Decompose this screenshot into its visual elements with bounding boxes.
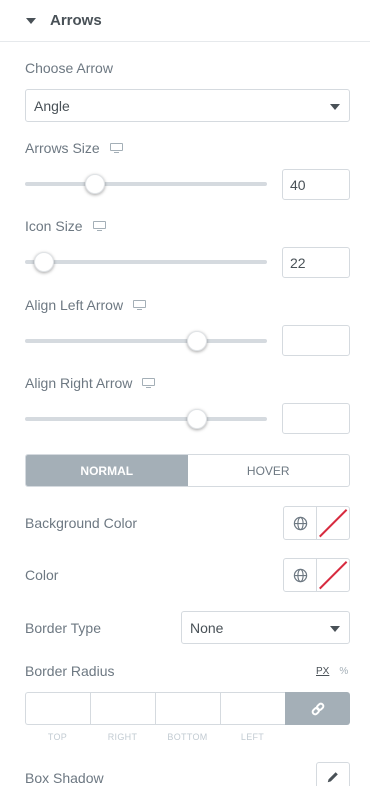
icon-size-label: Icon Size	[25, 218, 106, 234]
box-shadow-label: Box Shadow	[25, 770, 104, 786]
icon-size-input[interactable]: 22	[282, 247, 350, 278]
background-color-label-text: Background Color	[25, 515, 138, 531]
pencil-icon	[327, 771, 339, 783]
desktop-monitor-icon[interactable]	[133, 299, 147, 311]
chevron-down-icon	[330, 626, 340, 632]
choose-arrow-label: Choose Arrow	[25, 60, 113, 76]
border-type-select[interactable]: None	[181, 611, 350, 644]
arrows-size-label-text: Arrows Size	[25, 140, 100, 156]
arrows-size-label: Arrows Size	[25, 140, 123, 156]
align-left-arrow-slider[interactable]	[25, 330, 267, 352]
dim-label-right: RIGHT	[107, 732, 138, 742]
color-picker	[283, 558, 350, 592]
dim-label-left: LEFT	[240, 732, 265, 742]
section-header-arrows[interactable]: Arrows	[0, 0, 370, 42]
slider-track[interactable]	[25, 339, 267, 343]
align-right-arrow-label-text: Align Right Arrow	[25, 375, 133, 391]
align-left-arrow-input[interactable]	[282, 325, 350, 356]
link-values-button[interactable]	[285, 692, 350, 725]
link-icon	[311, 702, 324, 715]
desktop-monitor-icon[interactable]	[142, 377, 156, 389]
align-left-arrow-label: Align Left Arrow	[25, 297, 147, 313]
slider-handle[interactable]	[186, 409, 207, 429]
border-radius-label: Border Radius	[25, 663, 115, 679]
slider-handle[interactable]	[85, 174, 106, 194]
desktop-monitor-icon[interactable]	[92, 220, 106, 232]
dim-label-bottom: BOTTOM	[167, 732, 208, 742]
align-right-arrow-input[interactable]	[282, 403, 350, 434]
section-title: Arrows	[50, 12, 102, 29]
background-color-swatch[interactable]	[317, 507, 349, 539]
box-shadow-label-text: Box Shadow	[25, 770, 104, 786]
border-radius-label-text: Border Radius	[25, 663, 115, 679]
slider-track[interactable]	[25, 417, 267, 421]
desktop-monitor-icon[interactable]	[109, 142, 123, 154]
unit-px[interactable]: PX	[316, 666, 329, 677]
icon-size-label-text: Icon Size	[25, 218, 83, 234]
slider-handle[interactable]	[34, 252, 55, 272]
slider-track[interactable]	[25, 182, 267, 186]
background-color-label: Background Color	[25, 515, 137, 531]
align-right-arrow-label: Align Right Arrow	[25, 375, 156, 391]
tab-hover[interactable]: HOVER	[188, 455, 350, 486]
dim-label-top: TOP	[47, 732, 68, 742]
chevron-down-icon	[330, 104, 340, 110]
icon-size-slider[interactable]	[25, 251, 267, 273]
arrows-size-input[interactable]: 40	[282, 169, 350, 200]
dimension-labels: TOP RIGHT BOTTOM LEFT	[25, 732, 285, 742]
box-shadow-edit-button[interactable]	[316, 762, 350, 786]
arrows-size-slider[interactable]	[25, 173, 267, 195]
border-radius-dimensions	[25, 692, 350, 725]
border-type-label: Border Type	[25, 620, 101, 636]
radius-bottom-input[interactable]	[155, 692, 220, 725]
choose-arrow-value: Angle	[34, 97, 70, 114]
align-right-arrow-slider[interactable]	[25, 408, 267, 430]
globe-icon[interactable]	[284, 507, 317, 539]
slider-track[interactable]	[25, 260, 267, 264]
unit-percent[interactable]: %	[339, 666, 348, 677]
state-tabs: NORMAL HOVER	[25, 454, 350, 487]
choose-arrow-select[interactable]: Angle	[25, 89, 350, 122]
radius-top-input[interactable]	[25, 692, 90, 725]
border-type-label-text: Border Type	[25, 620, 102, 636]
slider-handle[interactable]	[186, 331, 207, 351]
border-type-value: None	[190, 619, 224, 636]
align-left-arrow-label-text: Align Left Arrow	[25, 297, 124, 313]
globe-icon[interactable]	[284, 559, 317, 591]
unit-switcher: PX %	[316, 666, 348, 677]
color-label-text: Color	[25, 567, 59, 583]
caret-down-icon	[26, 17, 36, 24]
background-color-picker	[283, 506, 350, 540]
radius-left-input[interactable]	[220, 692, 285, 725]
color-label: Color	[25, 567, 58, 583]
tab-normal[interactable]: NORMAL	[26, 455, 188, 486]
choose-arrow-label-text: Choose Arrow	[25, 60, 113, 76]
radius-right-input[interactable]	[90, 692, 155, 725]
color-swatch[interactable]	[317, 559, 349, 591]
